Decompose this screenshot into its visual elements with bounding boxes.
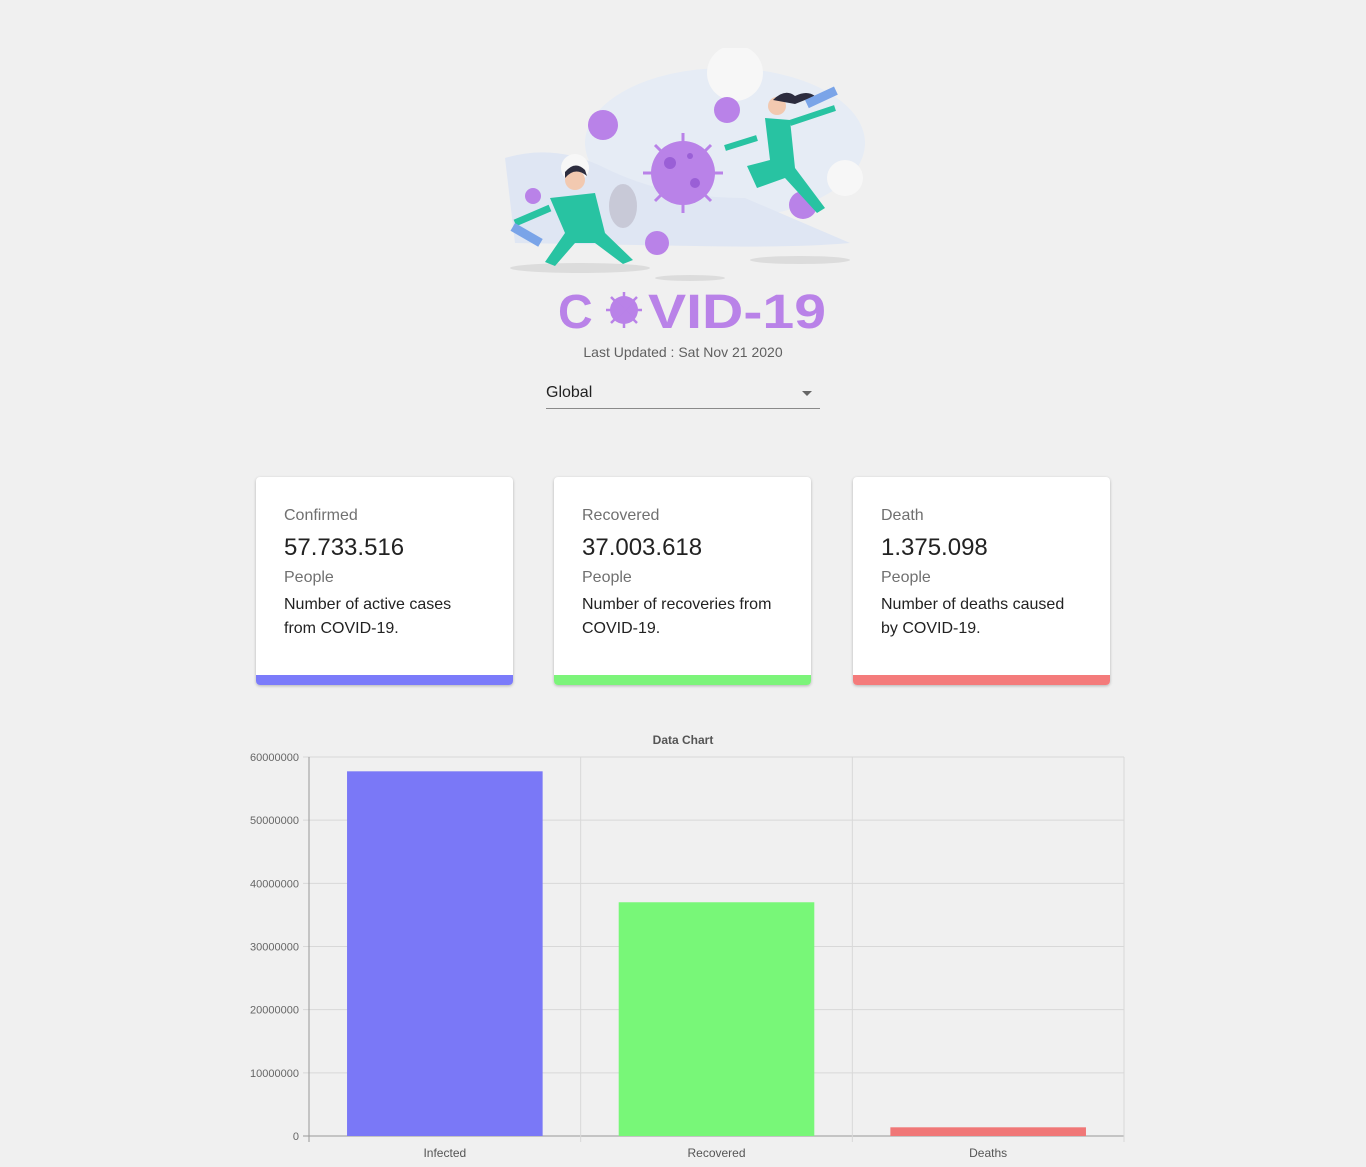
svg-text:C: C xyxy=(558,286,593,336)
card-title: Confirmed xyxy=(284,507,358,524)
y-tick-label: 0 xyxy=(293,1131,299,1143)
x-tick-label: Infected xyxy=(423,1146,466,1160)
card-value: 57.733.516 xyxy=(284,534,405,561)
y-tick-label: 60000000 xyxy=(250,752,299,764)
card-accent-bar xyxy=(554,675,811,685)
card-unit: People xyxy=(881,569,931,586)
x-tick-label: Deaths xyxy=(969,1146,1007,1160)
last-updated-text: Last Updated : Sat Nov 21 2020 xyxy=(583,344,783,360)
card-title: Recovered xyxy=(582,507,660,524)
bar-recovered[interactable] xyxy=(618,902,815,1136)
card-accent-bar xyxy=(853,675,1110,685)
card-recovered: Recovered 37.003.618 People Number of re… xyxy=(554,477,811,685)
card-accent-bar xyxy=(256,675,513,685)
country-select-value: Global xyxy=(546,384,593,401)
chart-title: Data Chart xyxy=(653,733,714,747)
x-tick-label: Recovered xyxy=(687,1146,745,1160)
card-value: 1.375.098 xyxy=(881,534,988,561)
y-tick-label: 30000000 xyxy=(250,942,299,954)
covid19-logo: C VID-19 xyxy=(558,286,826,336)
card-description: Number of active cases from COVID-19. xyxy=(284,596,452,637)
y-tick-label: 40000000 xyxy=(250,878,299,890)
bar-deaths[interactable] xyxy=(890,1127,1086,1136)
card-value: 37.003.618 xyxy=(582,534,703,561)
card-title: Death xyxy=(881,507,924,524)
card-description: Number of deaths caused by COVID-19. xyxy=(881,596,1065,637)
y-tick-label: 20000000 xyxy=(250,1005,299,1017)
svg-text:VID-19: VID-19 xyxy=(648,286,826,336)
card-description: Number of recoveries from COVID-19. xyxy=(582,596,772,637)
card-confirmed: Confirmed 57.733.516 People Number of ac… xyxy=(256,477,513,685)
chevron-down-icon xyxy=(802,391,812,396)
card-unit: People xyxy=(582,569,632,586)
bar-infected[interactable] xyxy=(347,771,543,1136)
hero-illustration xyxy=(505,48,865,281)
card-death: Death 1.375.098 People Number of deaths … xyxy=(853,477,1110,685)
y-tick-label: 10000000 xyxy=(250,1068,299,1080)
country-select[interactable]: Global xyxy=(546,378,820,409)
data-chart: Data Chart 0 10000000 20000000 30000000 4000… xyxy=(250,733,1125,1160)
card-unit: People xyxy=(284,569,334,586)
y-tick-label: 50000000 xyxy=(250,815,299,827)
